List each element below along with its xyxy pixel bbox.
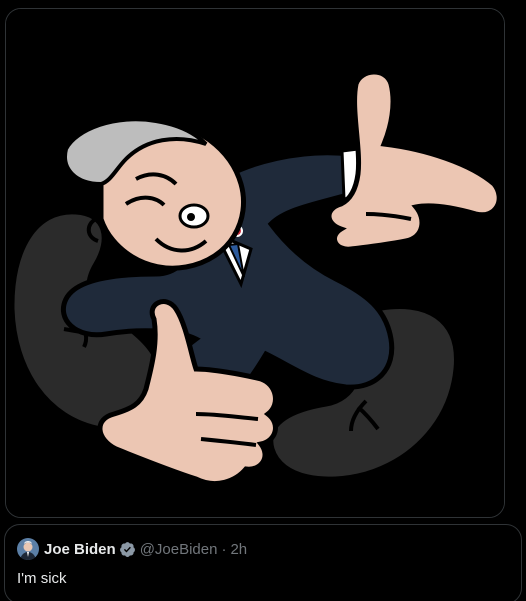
verified-badge-icon	[119, 541, 135, 557]
quote-tweet[interactable]: Joe Biden @JoeBiden · 2h I'm sick	[4, 524, 522, 601]
quote-text: I'm sick	[17, 570, 67, 587]
handle[interactable]: @JoeBiden	[140, 541, 218, 558]
display-name[interactable]: Joe Biden	[44, 541, 116, 558]
cartoon-image	[6, 9, 504, 517]
tweet-view: Joe Biden @JoeBiden · 2h I'm sick	[0, 0, 526, 601]
avatar[interactable]	[17, 538, 39, 560]
media-image[interactable]	[5, 8, 505, 518]
separator: ·	[221, 540, 227, 558]
timestamp[interactable]: 2h	[230, 541, 247, 558]
quote-header: Joe Biden @JoeBiden · 2h	[17, 538, 247, 560]
